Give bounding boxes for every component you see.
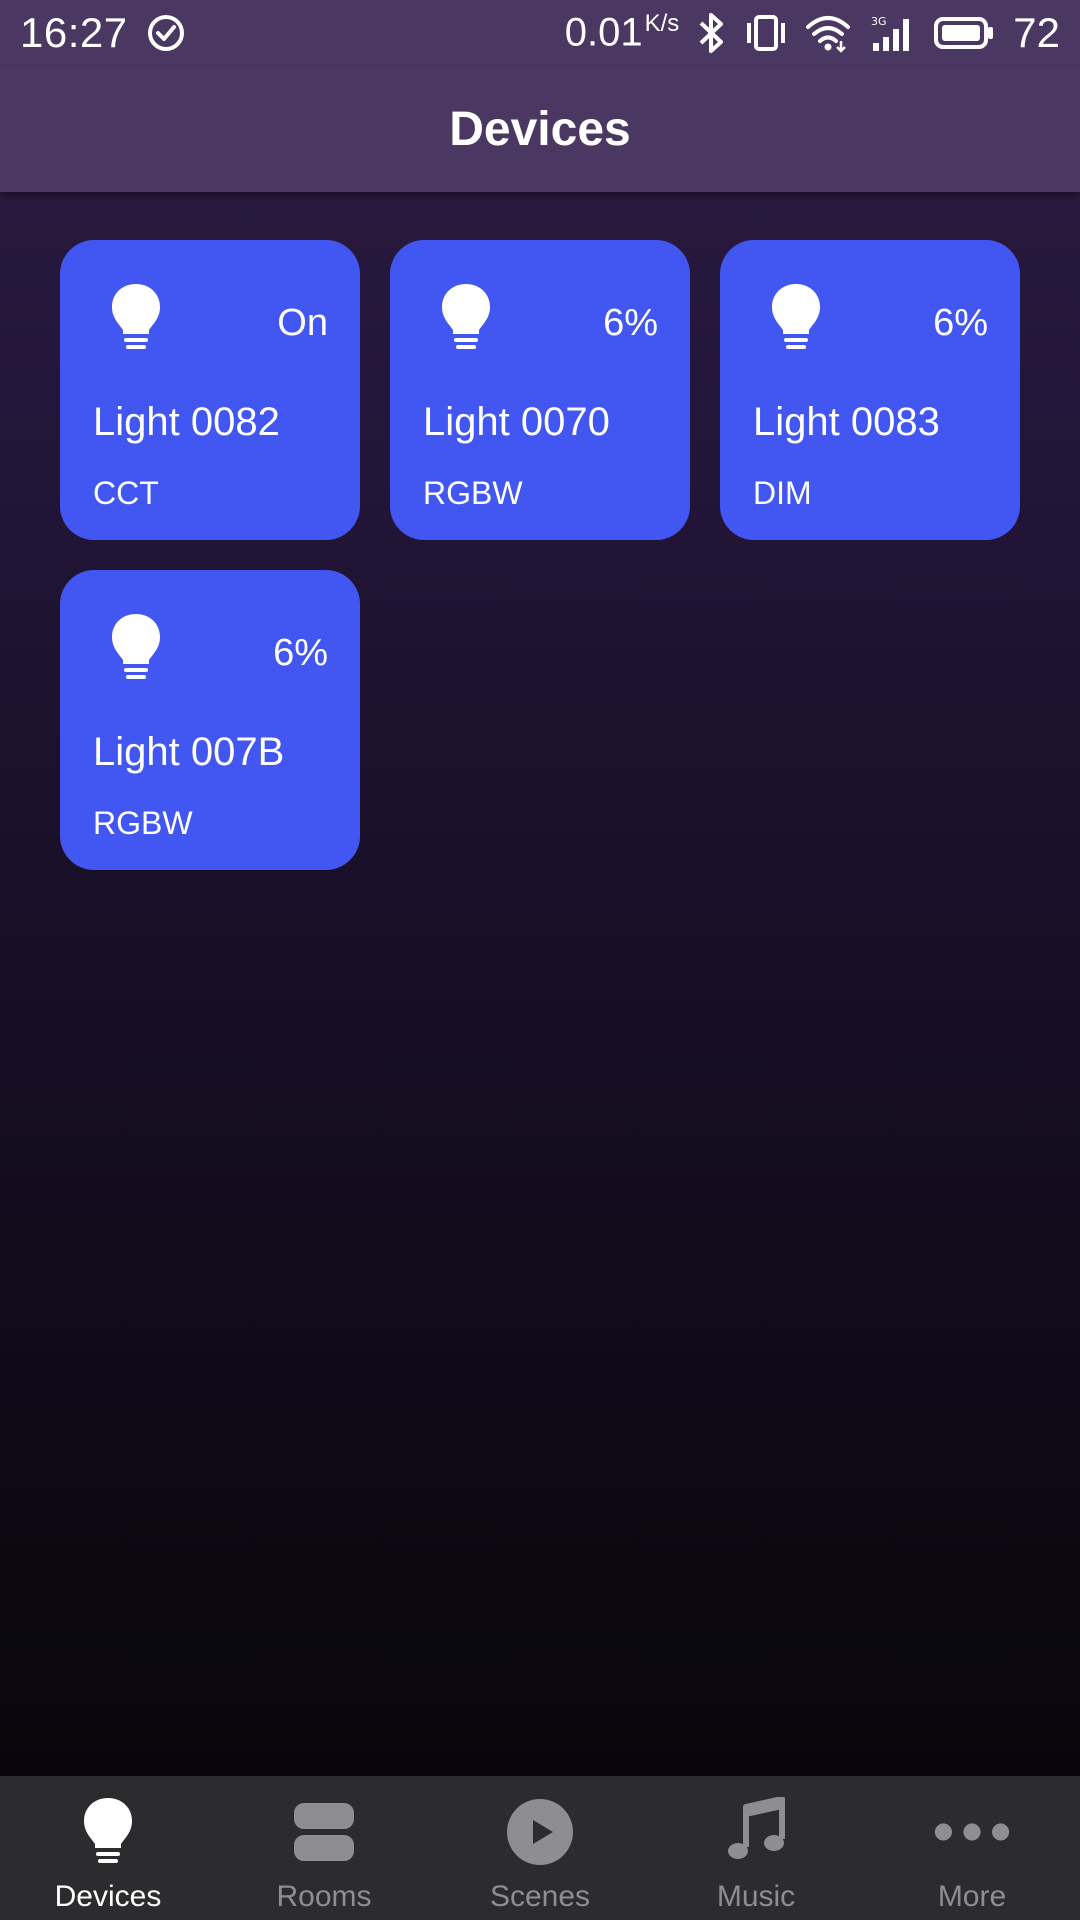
nav-item-more[interactable]: More (864, 1776, 1080, 1920)
rooms-icon (284, 1792, 364, 1872)
device-type: RGBW (423, 475, 523, 511)
check-circle-icon (146, 13, 186, 53)
device-name: Light 007B (93, 730, 285, 774)
bulb-icon (110, 612, 162, 684)
play-icon (500, 1792, 580, 1872)
bluetooth-icon (697, 12, 727, 54)
nav-label: Rooms (276, 1880, 372, 1913)
nav-item-rooms[interactable]: Rooms (216, 1776, 432, 1920)
device-type: CCT (93, 475, 159, 511)
bottom-nav: Devices Rooms Scenes Music More (0, 1776, 1080, 1920)
device-type: RGBW (93, 805, 193, 841)
nav-label: Scenes (489, 1880, 591, 1913)
app-bar: Devices (0, 66, 1080, 192)
nav-label: Music (716, 1880, 796, 1913)
device-card[interactable]: 6% Light 0083 DIM (720, 240, 1020, 540)
net-speed-value: 0.01 (564, 10, 643, 55)
nav-item-scenes[interactable]: Scenes (432, 1776, 648, 1920)
battery-level: 72 (1013, 9, 1060, 56)
device-name: Light 0070 (423, 400, 610, 444)
status-bar-left: 16:27 (20, 9, 186, 57)
device-status: On (277, 302, 328, 344)
nav-item-music[interactable]: Music (648, 1776, 864, 1920)
device-card[interactable]: On Light 0082 CCT (60, 240, 360, 540)
device-card[interactable]: 6% Light 007B RGBW (60, 570, 360, 870)
nav-label: Devices (54, 1880, 162, 1913)
cellular-signal-icon: 3G (869, 13, 915, 53)
bulb-icon (770, 282, 822, 354)
device-name: Light 0083 (753, 400, 940, 444)
device-status: 6% (603, 302, 658, 344)
net-speed-unit: K/s (644, 10, 680, 38)
device-type: DIM (753, 475, 812, 511)
net-speed: 0.01K/s (565, 10, 680, 55)
device-name: Light 0082 (93, 400, 280, 444)
wifi-icon (805, 13, 851, 53)
device-status: 6% (933, 302, 988, 344)
status-bar: 16:27 0.01K/s 3G 72 (0, 0, 1080, 66)
music-note-icon (716, 1792, 796, 1872)
network-type: 3G (871, 15, 887, 28)
device-status: 6% (273, 632, 328, 674)
status-bar-right: 0.01K/s 3G 72 (565, 9, 1060, 57)
vibrate-icon (745, 13, 787, 53)
bulb-icon (110, 282, 162, 354)
bulb-icon (68, 1792, 148, 1872)
page-title: Devices (449, 102, 631, 156)
more-dots-icon (932, 1792, 1012, 1872)
device-grid: On Light 0082 CCT 6% Light 0070 RGBW 6% … (60, 240, 1020, 870)
bulb-icon (440, 282, 492, 354)
clock: 16:27 (20, 9, 128, 56)
device-card[interactable]: 6% Light 0070 RGBW (390, 240, 690, 540)
nav-label: More (937, 1880, 1007, 1913)
nav-item-devices[interactable]: Devices (0, 1776, 216, 1920)
battery-icon (933, 15, 995, 51)
